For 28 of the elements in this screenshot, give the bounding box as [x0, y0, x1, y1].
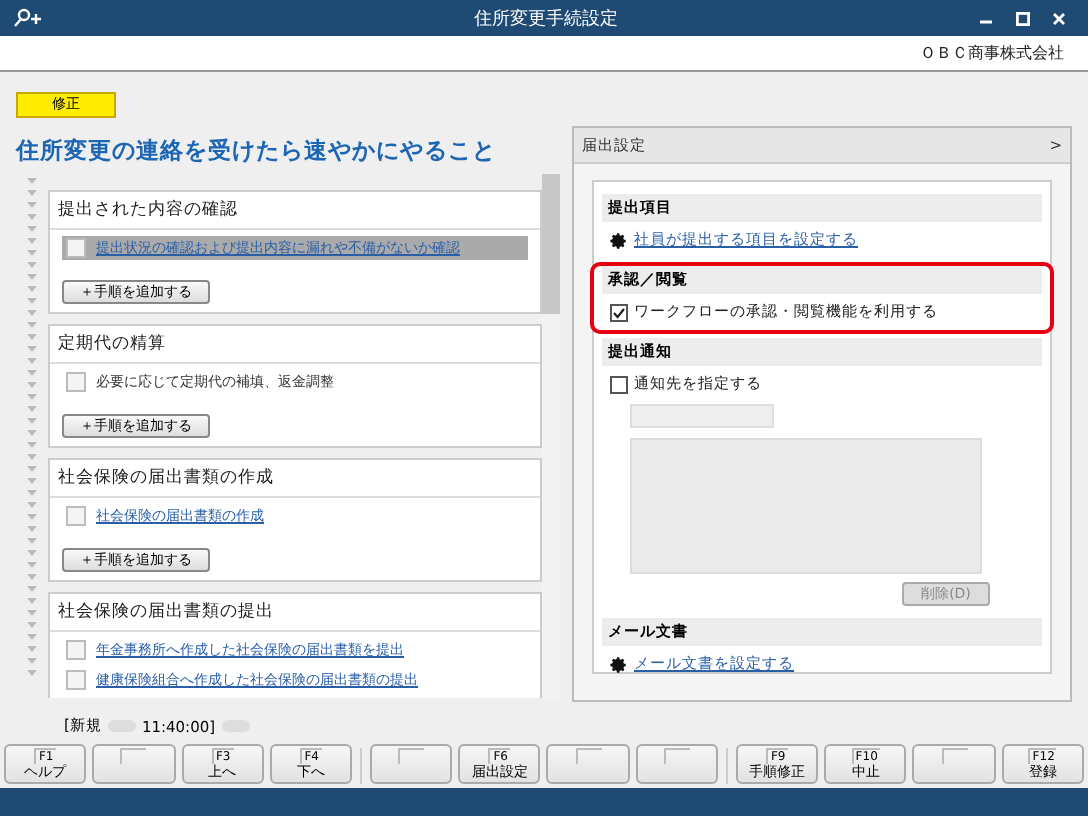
- section-title: 定期代の精算: [50, 326, 540, 364]
- section-title: 社会保険の届出書類の提出: [50, 594, 540, 632]
- input-field[interactable]: [630, 404, 774, 428]
- function-key[interactable]: [635, 744, 718, 784]
- function-key[interactable]: [912, 744, 996, 784]
- section-title: 提出された内容の確認: [50, 192, 540, 230]
- section-title: 社会保険の届出書類の作成: [50, 460, 540, 498]
- key-slot: [398, 748, 425, 764]
- function-key[interactable]: [546, 744, 630, 784]
- checkbox[interactable]: [610, 375, 628, 393]
- checkbox[interactable]: [610, 303, 628, 321]
- checkbox[interactable]: [66, 506, 86, 526]
- key-slot: [663, 748, 690, 764]
- function-key[interactable]: [92, 744, 175, 784]
- function-key[interactable]: [369, 744, 453, 784]
- checkbox[interactable]: [66, 238, 86, 258]
- window-title: 住所変更手続設定: [472, 7, 620, 31]
- recipient-list[interactable]: [630, 438, 982, 574]
- company-name: ＯＢＣ商事株式会社: [920, 42, 1064, 64]
- checkbox[interactable]: [66, 670, 86, 690]
- checkbox[interactable]: [66, 372, 86, 392]
- page-heading: 住所変更の連絡を受けたら速やかにやること: [16, 136, 498, 166]
- key-slot: [941, 748, 968, 764]
- gear-icon: [610, 655, 628, 673]
- key-slot: [575, 748, 602, 764]
- key-slot: [120, 748, 147, 764]
- checkbox[interactable]: [66, 640, 86, 660]
- gear-icon: [610, 231, 628, 249]
